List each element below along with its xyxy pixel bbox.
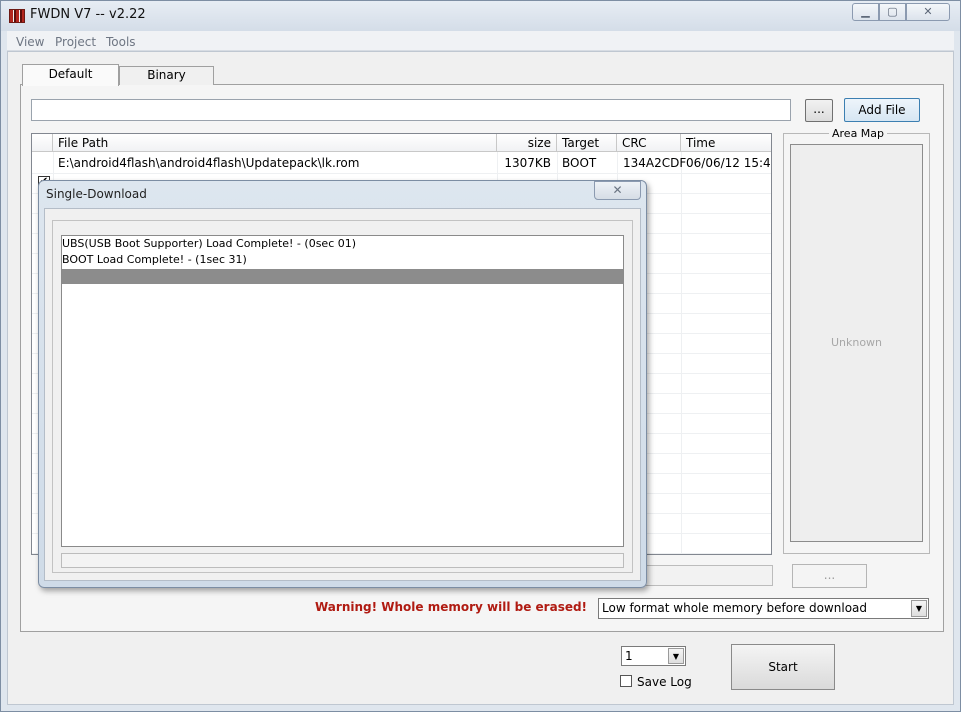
menu-project[interactable]: Project bbox=[55, 35, 96, 49]
format-option-select[interactable]: Low format whole memory before download … bbox=[598, 598, 929, 619]
add-file-button[interactable]: Add File bbox=[844, 98, 920, 122]
log-line: UBS(USB Boot Supporter) Load Complete! -… bbox=[62, 237, 357, 250]
cell-crc: 134A2CDF bbox=[623, 156, 687, 170]
close-icon: ✕ bbox=[612, 183, 623, 197]
chevron-down-icon[interactable]: ▼ bbox=[911, 600, 927, 617]
warning-text: Warning! Whole memory will be erased! bbox=[315, 600, 588, 614]
area-action-button[interactable]: ... bbox=[792, 564, 867, 588]
minimize-button[interactable]: ▁ bbox=[852, 3, 879, 21]
header-crc[interactable]: CRC bbox=[617, 134, 681, 152]
area-map-status: Unknown bbox=[830, 336, 883, 349]
table-row[interactable]: ✔ E:\android4flash\android4flash\Updatep… bbox=[32, 153, 772, 188]
area-map-title: Area Map bbox=[829, 127, 888, 140]
chevron-down-icon[interactable]: ▼ bbox=[668, 648, 684, 664]
minimize-icon: ▁ bbox=[861, 5, 870, 18]
progress-bar bbox=[645, 565, 773, 586]
dialog-close-button[interactable]: ✕ bbox=[594, 181, 641, 200]
cell-target: BOOT bbox=[562, 156, 597, 170]
menu-tools[interactable]: Tools bbox=[106, 35, 136, 49]
start-button[interactable]: Start bbox=[731, 644, 835, 690]
dialog-progress-bar bbox=[61, 553, 624, 568]
header-check-column[interactable] bbox=[32, 134, 53, 152]
download-count-value: 1 bbox=[625, 649, 633, 663]
download-count-select[interactable]: 1 ▼ bbox=[621, 646, 686, 666]
log-line: BOOT Load Complete! - (1sec 31) bbox=[62, 253, 247, 266]
app-icon bbox=[9, 9, 25, 23]
grid-row-line bbox=[32, 173, 771, 174]
cell-file-path: E:\android4flash\android4flash\Updatepac… bbox=[58, 156, 360, 170]
header-target[interactable]: Target bbox=[557, 134, 617, 152]
format-option-value: Low format whole memory before download bbox=[602, 601, 868, 615]
maximize-icon: ▢ bbox=[887, 5, 898, 18]
header-file-path[interactable]: File Path bbox=[53, 134, 497, 152]
save-log-checkbox[interactable] bbox=[620, 675, 632, 687]
dialog-title: Single-Download bbox=[46, 187, 147, 201]
browse-button[interactable]: ... bbox=[805, 99, 833, 122]
grid-column-line bbox=[681, 152, 682, 554]
header-size[interactable]: size bbox=[497, 134, 557, 152]
cell-time: 06/06/12 15:42 bbox=[686, 156, 772, 170]
header-time[interactable]: Time bbox=[681, 134, 771, 152]
save-log-label: Save Log bbox=[637, 675, 692, 689]
close-button[interactable]: ✕ bbox=[906, 3, 950, 21]
cell-size: 1307KB bbox=[504, 156, 551, 170]
menu-view[interactable]: View bbox=[16, 35, 44, 49]
window-title: FWDN V7 -- v2.22 bbox=[30, 7, 146, 22]
tab-binary[interactable]: Binary bbox=[119, 66, 214, 85]
close-icon: ✕ bbox=[923, 5, 933, 18]
log-selected-row[interactable] bbox=[62, 269, 623, 284]
tab-default[interactable]: Default bbox=[22, 64, 119, 86]
menu-bar bbox=[7, 31, 954, 51]
maximize-button[interactable]: ▢ bbox=[879, 3, 906, 21]
file-path-input[interactable] bbox=[31, 99, 791, 121]
